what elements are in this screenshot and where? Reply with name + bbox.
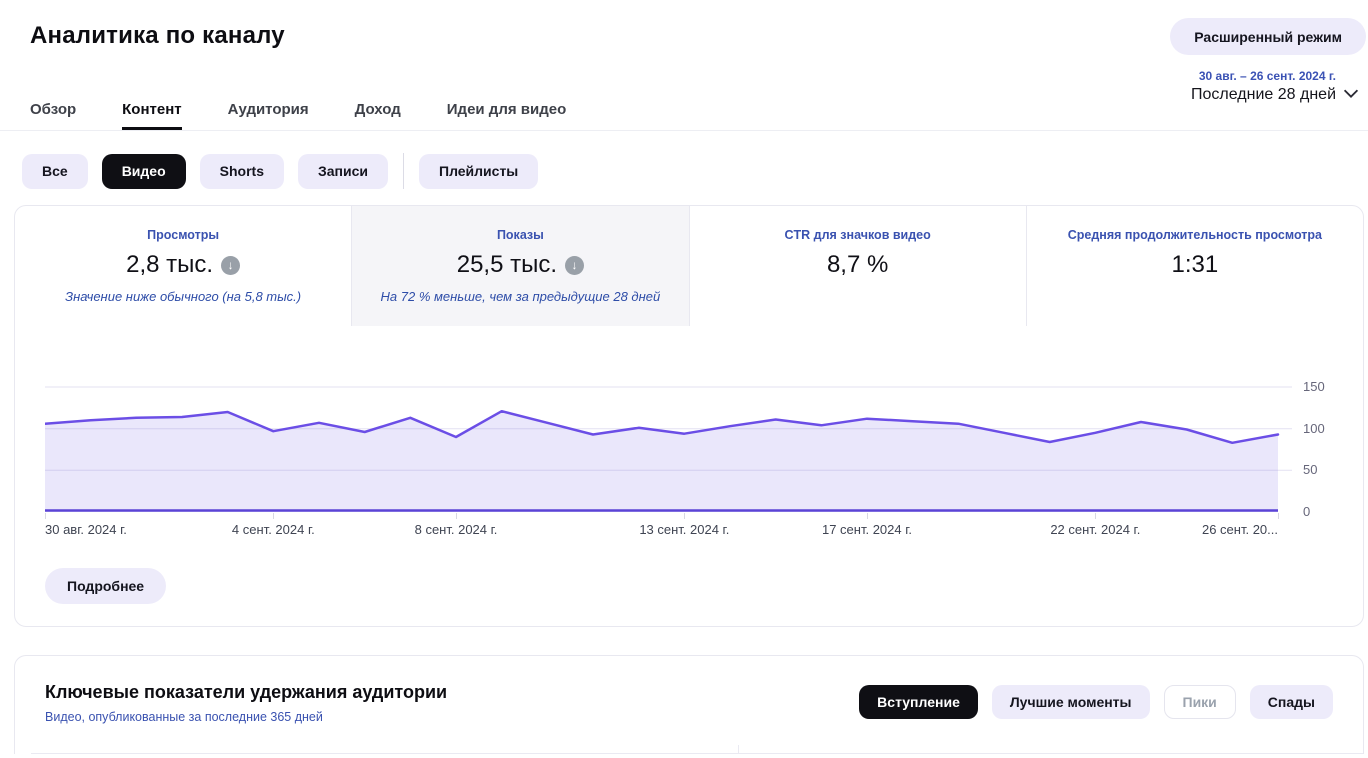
metric-label: Средняя продолжительность просмотра (1039, 228, 1351, 242)
date-preset-text: Последние 28 дней (1191, 86, 1336, 104)
x-axis-tick-label: 8 сент. 2024 г. (415, 522, 498, 537)
x-axis-labels: 30 авг. 2024 г. 4 сент. 2024 г. 8 сент. 20… (45, 512, 1278, 544)
retention-section: Ключевые показатели удержания аудитории … (14, 655, 1364, 754)
chevron-down-icon[interactable] (1340, 82, 1362, 109)
content-type-filter-bar: Все Видео Shorts Записи Плейлисты (22, 153, 1368, 189)
metric-impressions[interactable]: Показы 25,5 тыс. ↓ На 72 % меньше, чем з… (351, 206, 688, 326)
filter-chip-shorts[interactable]: Shorts (200, 154, 284, 189)
metric-ctr[interactable]: CTR для значков видео 8,7 % (689, 206, 1026, 326)
details-button[interactable]: Подробнее (45, 568, 166, 604)
x-axis-tick-mark (273, 513, 274, 519)
x-axis-tick-label: 26 сент. 20... (1202, 522, 1278, 537)
metric-note: На 72 % меньше, чем за предыдущие 28 дне… (364, 289, 676, 304)
retention-table-column-divider (738, 745, 739, 754)
tab-bar: Обзор Контент Аудитория Доход Идеи для в… (30, 101, 566, 130)
retention-button-intro[interactable]: Вступление (859, 685, 978, 719)
analytics-card: Просмотры 2,8 тыс. ↓ Значение ниже обычн… (14, 205, 1364, 627)
metric-value-text: 25,5 тыс. (457, 251, 557, 279)
date-range-picker[interactable]: 30 авг. – 26 сент. 2024 г. Последние 28 … (1191, 69, 1336, 104)
x-axis-tick-label: 17 сент. 2024 г. (822, 522, 912, 537)
views-line-chart: 150 100 50 0 30 авг. 2024 г. 4 сент. 2024 г.… (45, 340, 1363, 544)
filter-chip-divider (403, 153, 404, 189)
x-axis-tick-label: 22 сент. 2024 г. (1050, 522, 1140, 537)
filter-chip-playlists[interactable]: Плейлисты (419, 154, 538, 189)
metric-label: CTR для значков видео (702, 228, 1014, 242)
metric-value: 8,7 % (702, 251, 1014, 279)
metrics-row: Просмотры 2,8 тыс. ↓ Значение ниже обычн… (15, 206, 1363, 326)
x-axis-tick-mark (684, 513, 685, 519)
header: Аналитика по каналу Расширенный режим 30… (0, 0, 1368, 130)
tab-overview[interactable]: Обзор (30, 101, 76, 130)
y-axis-tick-label: 150 (1303, 379, 1325, 394)
metric-value-text: 8,7 % (827, 251, 888, 279)
metric-value: 2,8 тыс. ↓ (27, 251, 339, 279)
metric-label: Показы (364, 228, 676, 242)
metric-label: Просмотры (27, 228, 339, 242)
advanced-mode-button[interactable]: Расширенный режим (1170, 18, 1366, 55)
x-axis-tick-mark (456, 513, 457, 519)
y-axis-tick-label: 0 (1303, 504, 1310, 519)
tab-audience[interactable]: Аудитория (228, 101, 309, 130)
x-axis-tick-label: 13 сент. 2024 г. (639, 522, 729, 537)
x-axis-tick-mark (1095, 513, 1096, 519)
filter-chip-video[interactable]: Видео (102, 154, 186, 189)
x-axis-tick-mark (867, 513, 868, 519)
y-axis-tick-label: 50 (1303, 462, 1317, 477)
x-axis-tick-label: 4 сент. 2024 г. (232, 522, 315, 537)
tab-revenue[interactable]: Доход (355, 101, 401, 130)
page-title: Аналитика по каналу (30, 0, 1368, 50)
filter-chip-all[interactable]: Все (22, 154, 88, 189)
retention-button-group: Вступление Лучшие моменты Пики Спады (859, 685, 1333, 719)
metric-value: 25,5 тыс. ↓ (364, 251, 676, 279)
tab-video-ideas[interactable]: Идеи для видео (447, 101, 566, 130)
retention-table-divider (31, 753, 1363, 754)
arrow-down-circle-icon: ↓ (565, 256, 584, 275)
filter-chip-posts[interactable]: Записи (298, 154, 388, 189)
date-range-text: 30 авг. – 26 сент. 2024 г. (1191, 69, 1336, 83)
retention-button-top-moments[interactable]: Лучшие моменты (992, 685, 1150, 719)
metric-value-text: 2,8 тыс. (126, 251, 213, 279)
x-axis-tick-label: 30 авг. 2024 г. (45, 522, 127, 537)
tab-content[interactable]: Контент (122, 101, 181, 130)
chart-plot-area[interactable] (45, 340, 1292, 512)
arrow-down-circle-icon: ↓ (221, 256, 240, 275)
header-divider (0, 130, 1368, 131)
y-axis-labels: 150100500 (1303, 340, 1347, 512)
retention-button-spikes[interactable]: Пики (1164, 685, 1236, 719)
chart-area-fill (45, 411, 1278, 512)
metric-value: 1:31 (1039, 251, 1351, 279)
metric-views[interactable]: Просмотры 2,8 тыс. ↓ Значение ниже обычн… (15, 206, 351, 326)
metric-value-text: 1:31 (1172, 251, 1219, 279)
y-axis-tick-label: 100 (1303, 421, 1325, 436)
x-axis-tick-mark (1278, 513, 1279, 519)
retention-button-dips[interactable]: Спады (1250, 685, 1333, 719)
x-axis-tick-mark (45, 513, 46, 519)
metric-avg-view-duration[interactable]: Средняя продолжительность просмотра 1:31 (1026, 206, 1363, 326)
metric-note: Значение ниже обычного (на 5,8 тыс.) (27, 289, 339, 304)
